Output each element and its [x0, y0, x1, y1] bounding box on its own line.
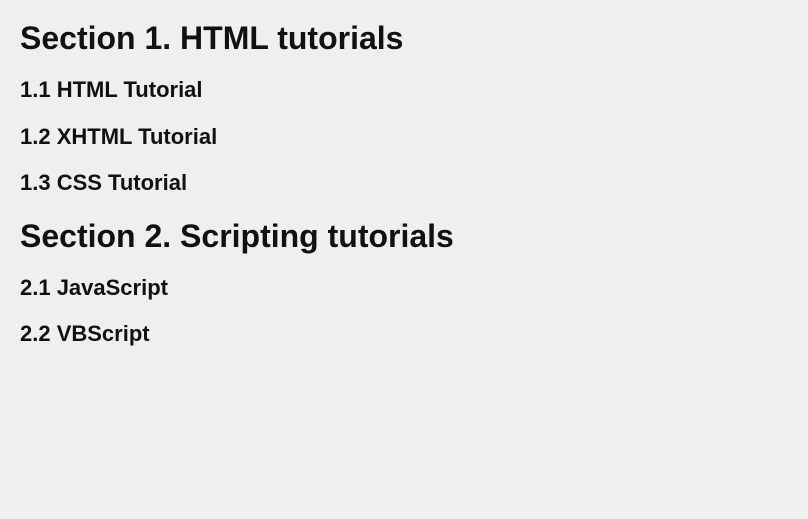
section-title: Section 1. HTML tutorials — [20, 18, 788, 58]
subsection-item: 1.1 HTML Tutorial — [20, 76, 788, 105]
subsection-item: 2.2 VBScript — [20, 320, 788, 349]
subsection-item: 1.3 CSS Tutorial — [20, 169, 788, 198]
subsection-item: 2.1 JavaScript — [20, 274, 788, 303]
subsection-item: 1.2 XHTML Tutorial — [20, 123, 788, 152]
section-title: Section 2. Scripting tutorials — [20, 216, 788, 256]
